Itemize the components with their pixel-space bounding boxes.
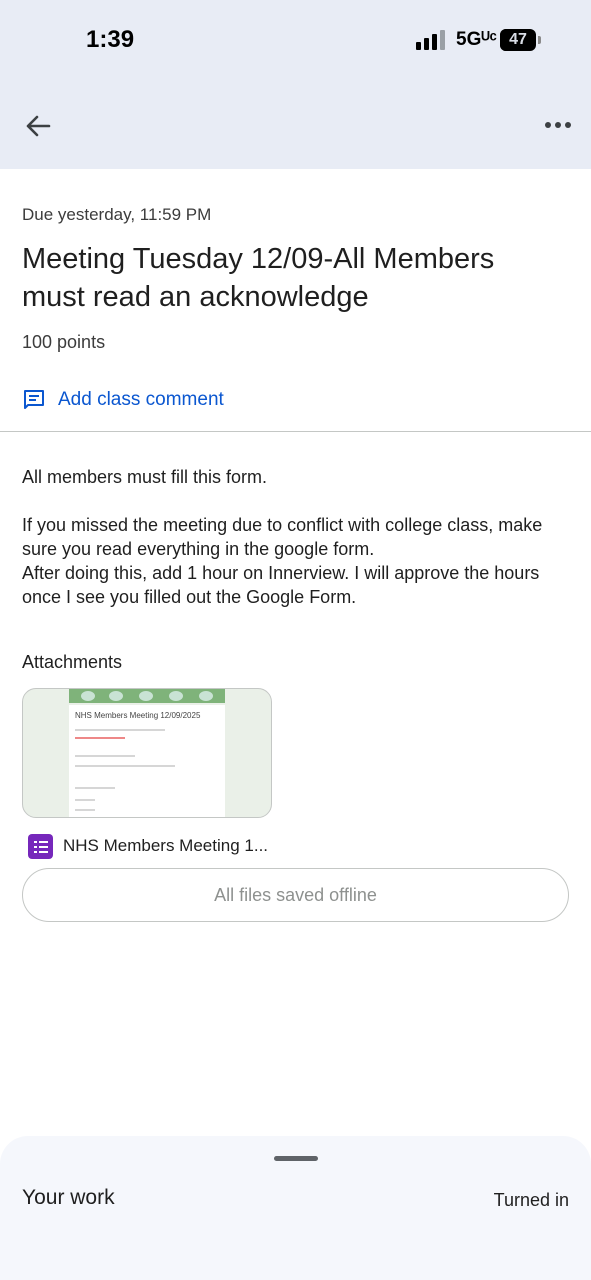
- your-work-panel[interactable]: Your work Turned in: [0, 1136, 591, 1280]
- attachment-file[interactable]: NHS Members Meeting 1...: [28, 833, 268, 859]
- assignment-description: All members must fill this form. If you …: [22, 465, 572, 609]
- description-line: All members must fill this form.: [22, 467, 268, 487]
- attachment-preview[interactable]: NHS Members Meeting 12/09/2025: [22, 688, 272, 818]
- battery-level: 47: [509, 31, 527, 48]
- preview-form-title: NHS Members Meeting 12/09/2025: [75, 711, 201, 720]
- add-class-comment-button[interactable]: Add class comment: [22, 386, 224, 414]
- signal-icon: [416, 30, 446, 50]
- assignment-title: Meeting Tuesday 12/09-All Members must r…: [22, 243, 495, 313]
- attachments-heading: Attachments: [22, 652, 123, 672]
- description-line: If you missed the meeting due to conflic…: [22, 515, 543, 559]
- section-divider: [0, 431, 591, 432]
- form-banner: [69, 689, 225, 703]
- network-type: 5Gᵁᶜ: [456, 29, 497, 50]
- attachment-file-name: NHS Members Meeting 1...: [63, 836, 269, 855]
- arrow-left-icon: [26, 115, 51, 137]
- more-options-button[interactable]: [538, 110, 574, 140]
- status-time: 1:39: [86, 26, 135, 53]
- status-bar: 1:39 5Gᵁᶜ 47: [0, 0, 591, 80]
- files-saved-offline-button[interactable]: All files saved offline: [22, 868, 569, 922]
- app-bar: [0, 80, 591, 169]
- google-forms-icon: [28, 833, 53, 859]
- back-button[interactable]: [20, 108, 56, 144]
- form-preview-sheet: NHS Members Meeting 12/09/2025: [69, 705, 225, 817]
- drag-handle[interactable]: [274, 1156, 318, 1161]
- battery-icon: 47: [500, 29, 536, 51]
- assignment-points: 100 points: [22, 332, 106, 352]
- more-horizontal-icon: [545, 122, 571, 128]
- due-date: Due yesterday, 11:59 PM: [22, 205, 212, 224]
- description-line: After doing this, add 1 hour on Innervie…: [22, 563, 540, 607]
- work-status: Turned in: [493, 1190, 569, 1210]
- add-class-comment-label: Add class comment: [58, 389, 224, 410]
- your-work-label: Your work: [22, 1186, 115, 1209]
- comment-icon: [24, 390, 44, 409]
- battery-tip: [538, 36, 541, 44]
